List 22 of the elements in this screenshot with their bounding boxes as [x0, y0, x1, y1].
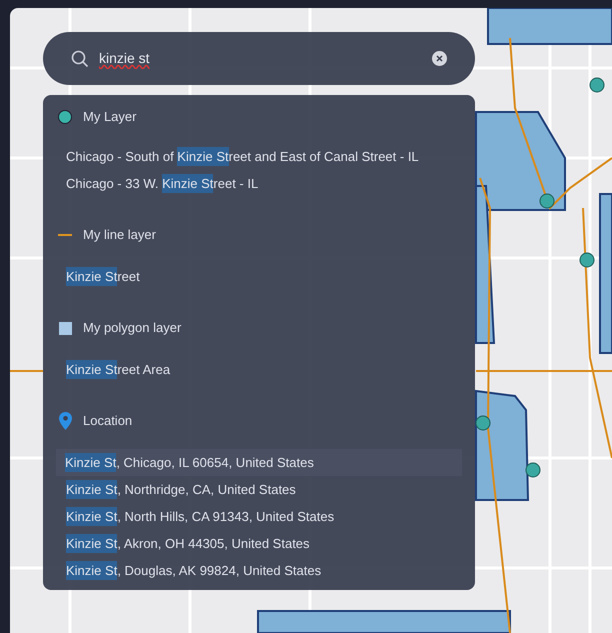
close-icon [436, 55, 443, 62]
group-title: My line layer [83, 226, 156, 244]
result-item[interactable]: Chicago - South of Kinzie Street and East of Canal Street - IL [57, 143, 461, 170]
search-input[interactable]: kinzie st [99, 48, 422, 69]
group-title: Location [83, 412, 132, 430]
clear-button[interactable] [432, 51, 447, 66]
group-title: My Layer [83, 108, 136, 126]
result-item[interactable]: Kinzie St, North Hills, CA 91343, United States [57, 503, 461, 530]
square-icon [58, 322, 72, 334]
result-item[interactable]: Chicago - 33 W. Kinzie Street - IL [57, 170, 461, 197]
search-icon [71, 50, 89, 68]
result-item[interactable]: Kinzie St, Chicago, IL 60654, United States [56, 449, 462, 476]
group-title: My polygon layer [83, 319, 182, 338]
dot-icon [58, 110, 72, 124]
result-item[interactable]: Kinzie St, Northridge, CA, United States [57, 476, 461, 503]
result-item[interactable]: Kinzie Street Area [57, 356, 461, 383]
result-item[interactable]: Kinzie St, Douglas, AK 99824, United States [57, 557, 461, 584]
line-icon [58, 234, 72, 236]
pin-icon [58, 412, 72, 430]
result-item[interactable]: Kinzie Street [57, 263, 461, 290]
result-item[interactable]: Kinzie St, Akron, OH 44305, United States [57, 530, 461, 557]
search-field[interactable]: kinzie st [43, 32, 475, 85]
